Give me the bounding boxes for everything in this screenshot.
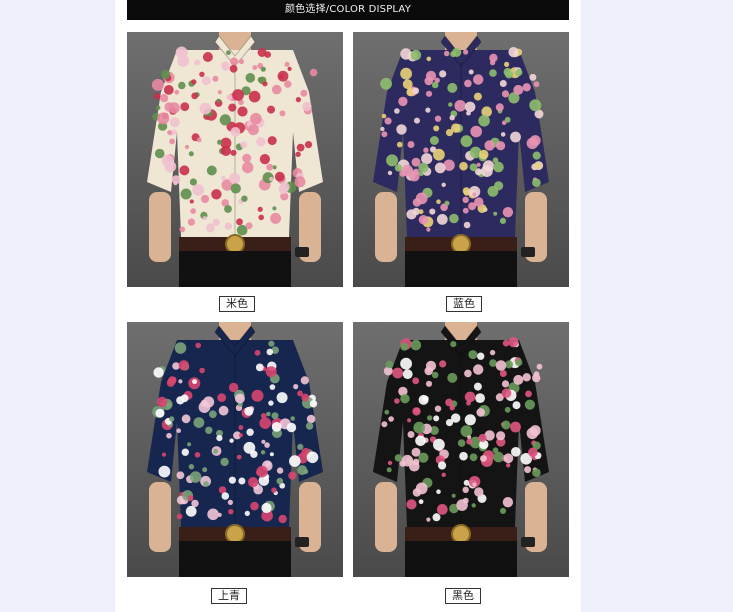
product-photo-blue[interactable] [353,32,569,287]
color-label-black: 黑色 [445,588,481,604]
color-label-navy: 上青 [211,588,247,604]
color-label-beige: 米色 [219,296,255,312]
shirt-illustration [147,322,323,577]
color-label-blue: 蓝色 [446,296,482,312]
shirt-illustration [147,32,323,287]
product-color-panel: 颜色选择/COLOR DISPLAY 米色 蓝色 上青 黑色 [115,0,581,612]
shirt-illustration [373,322,549,577]
product-photo-black[interactable] [353,322,569,577]
color-display-title: 颜色选择/COLOR DISPLAY [127,0,569,20]
product-photo-navy[interactable] [127,322,343,577]
product-photo-beige[interactable] [127,32,343,287]
shirt-illustration [373,32,549,287]
